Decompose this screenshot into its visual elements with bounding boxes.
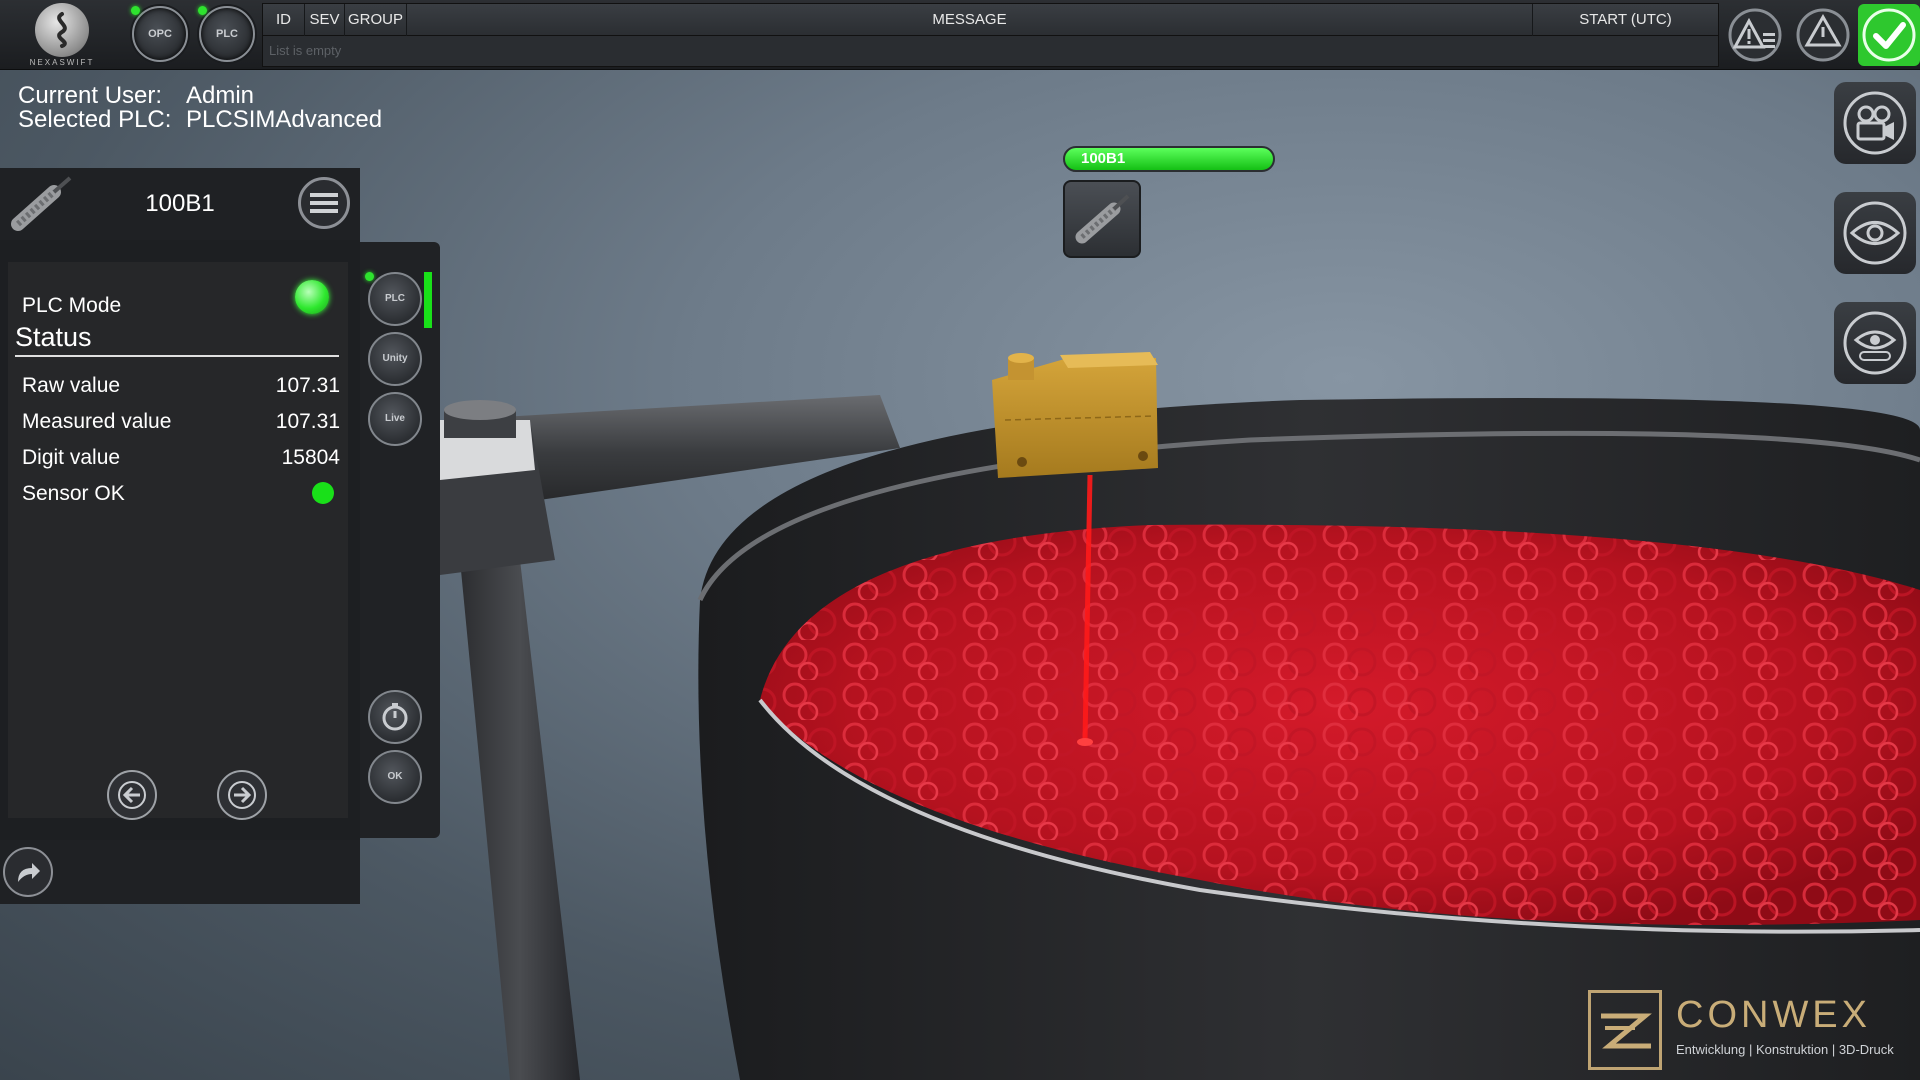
device-panel-header: 100B1 — [0, 168, 360, 240]
opc-status-dot — [131, 6, 140, 15]
panel-footer — [0, 840, 360, 904]
col-sev[interactable]: SEV — [305, 4, 345, 36]
sensor-tag-icon — [1075, 194, 1130, 244]
status-row-digit-value: Digit value 15804 — [22, 446, 340, 470]
alarm-table-header: ID SEV GROUP MESSAGE START (UTC) — [263, 4, 1718, 36]
hidden-eye-icon — [1843, 311, 1907, 375]
alarm-archive-icon — [1796, 8, 1850, 62]
current-user-value: Admin — [186, 82, 255, 109]
unity-icon: Unity — [382, 353, 408, 364]
device-panel-body: PLC Mode Status Raw value 107.31 Measure… — [0, 240, 360, 840]
alarm-empty-text: List is empty — [269, 43, 342, 58]
device-tag-bar[interactable]: 100B1 — [1063, 146, 1275, 172]
plc-mode-button[interactable]: PLC — [368, 272, 422, 326]
selected-plc-label: Selected PLC: — [18, 106, 172, 133]
plc-mode-active-bar — [424, 272, 432, 328]
measured-value: 107.31 — [275, 410, 340, 433]
panel-menu-button[interactable] — [298, 177, 350, 229]
digit-value: 15804 — [281, 446, 340, 469]
share-arrow-icon — [18, 863, 40, 882]
camera-icon — [1843, 91, 1907, 155]
arrow-left-icon — [118, 781, 146, 809]
panel-title: 100B1 — [145, 190, 215, 217]
plc-status-dot — [198, 6, 207, 15]
plc-chip-icon: PLC — [385, 293, 405, 304]
plc-mode-indicator[interactable] — [295, 280, 329, 314]
alarm-list-button[interactable] — [1724, 4, 1786, 66]
top-bar: NEXASWIFT OPC PLC ID SEV GROUP MESSAGE S… — [0, 0, 1920, 70]
menu-icon — [310, 193, 338, 213]
raw-value: 107.31 — [275, 374, 340, 397]
plc-mode-label: PLC Mode — [22, 294, 122, 317]
visibility-toggle-button[interactable] — [1834, 302, 1916, 384]
user-info: Current User: Admin Selected PLC: PLCSIMAd… — [18, 84, 382, 132]
live-mode-button[interactable]: Live — [368, 392, 422, 446]
col-group[interactable]: GROUP — [345, 4, 407, 36]
conwex-brand: CONWEX Entwicklung | Konstruktion | 3D-D… — [1588, 988, 1894, 1070]
app-logo: NEXASWIFT — [0, 0, 124, 70]
reset-stopwatch-icon — [382, 703, 408, 731]
acknowledge-button[interactable] — [1858, 4, 1920, 66]
col-id[interactable]: ID — [263, 4, 305, 36]
device-details: PLC Mode Status Raw value 107.31 Measure… — [8, 262, 348, 820]
previous-device-button[interactable] — [107, 770, 157, 820]
sensor-ok-label: Sensor OK — [22, 482, 125, 505]
status-heading: Status — [15, 322, 339, 357]
alarm-list-icon — [1728, 8, 1782, 62]
share-button[interactable] — [3, 847, 53, 897]
status-row-raw-value: Raw value 107.31 — [22, 374, 340, 398]
plc-mode-dot — [365, 272, 374, 281]
ok-settings-button[interactable]: OK — [368, 750, 422, 804]
mode-strip: PLC Unity Live OK — [360, 242, 440, 838]
plc-connection-button[interactable]: PLC — [199, 6, 255, 62]
acknowledge-check-icon — [1862, 8, 1916, 62]
live-user-icon: Live — [384, 413, 405, 424]
conwex-logo-icon — [1588, 990, 1662, 1070]
brand-subtitle: Entwicklung | Konstruktion | 3D-Druck — [1676, 1042, 1894, 1057]
next-device-button[interactable] — [217, 770, 267, 820]
sensor-ok-indicator — [312, 482, 334, 504]
brand-name: CONWEX — [1676, 994, 1871, 1036]
col-start-utc[interactable]: START (UTC) — [1533, 4, 1718, 36]
device-tag-label: 100B1 — [1081, 150, 1126, 167]
unity-mode-button[interactable]: Unity — [368, 332, 422, 386]
col-message[interactable]: MESSAGE — [407, 4, 1533, 36]
nexaswift-logo-icon — [35, 3, 89, 57]
opc-connection-button[interactable]: OPC — [132, 6, 188, 62]
view-button[interactable] — [1834, 192, 1916, 274]
alarm-table[interactable]: ID SEV GROUP MESSAGE START (UTC) List is… — [262, 3, 1719, 67]
measured-value-label: Measured value — [22, 410, 172, 433]
sensor-icon — [8, 176, 72, 232]
view-eye-icon — [1843, 201, 1907, 265]
raw-value-label: Raw value — [22, 374, 121, 397]
opc-label: OPC — [148, 28, 172, 40]
selected-plc-value: PLCSIMAdvanced — [186, 106, 383, 133]
digit-value-label: Digit value — [22, 446, 121, 469]
status-row-sensor-ok: Sensor OK — [22, 482, 340, 506]
arrow-right-icon — [228, 781, 256, 809]
logo-text: NEXASWIFT — [29, 58, 95, 67]
current-user-label: Current User: — [18, 82, 163, 109]
reset-timer-button[interactable] — [368, 690, 422, 744]
alarm-archive-button[interactable] — [1792, 4, 1854, 66]
device-tag-icon-button[interactable] — [1063, 180, 1141, 258]
camera-button[interactable] — [1834, 82, 1916, 164]
plc-label: PLC — [216, 28, 238, 40]
ok-gear-icon: OK — [387, 771, 403, 782]
status-row-measured-value: Measured value 107.31 — [22, 410, 340, 434]
